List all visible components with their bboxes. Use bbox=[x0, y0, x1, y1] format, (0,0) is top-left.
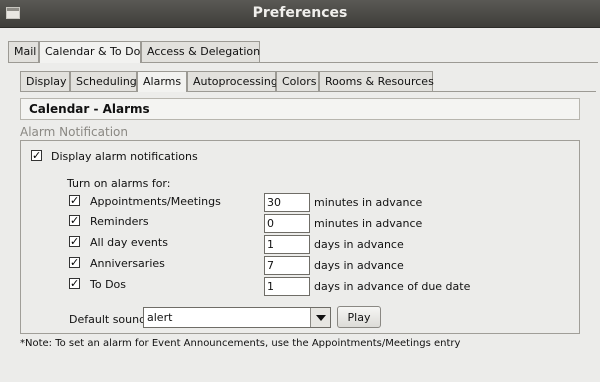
default-sound-label: Default sound bbox=[69, 313, 147, 326]
reminders-label: Reminders bbox=[90, 215, 149, 228]
todos-advance-input[interactable]: 1 bbox=[264, 277, 310, 296]
reminders-checkbox[interactable] bbox=[69, 215, 80, 226]
default-sound-select[interactable]: alert bbox=[143, 307, 331, 328]
appointments-checkbox[interactable] bbox=[69, 195, 80, 206]
display-alarms-checkbox[interactable] bbox=[31, 150, 42, 161]
tab-scheduling[interactable]: Scheduling bbox=[70, 71, 137, 91]
default-sound-value: alert bbox=[147, 311, 173, 324]
appointments-label: Appointments/Meetings bbox=[90, 195, 221, 208]
todos-label: To Dos bbox=[90, 278, 127, 291]
appointments-advance-input[interactable]: 30 bbox=[264, 193, 310, 212]
tab-display[interactable]: Display bbox=[20, 71, 70, 91]
section-title: Calendar - Alarms bbox=[20, 98, 580, 120]
anniversaries-label: Anniversaries bbox=[90, 257, 165, 270]
reminders-unit-label: minutes in advance bbox=[314, 217, 423, 230]
tab-calendar-todo[interactable]: Calendar & To Do bbox=[39, 41, 141, 63]
anniversaries-advance-input[interactable]: 7 bbox=[264, 256, 310, 275]
anniversaries-unit-label: days in advance bbox=[314, 259, 404, 272]
tab-rooms-resources[interactable]: Rooms & Resources bbox=[319, 71, 434, 91]
tab-mail[interactable]: Mail bbox=[8, 41, 39, 62]
todos-unit-label: days in advance of due date bbox=[314, 280, 471, 293]
alarm-notification-group-label: Alarm Notification bbox=[20, 125, 128, 139]
tab-access-delegation[interactable]: Access & Delegation bbox=[141, 41, 260, 62]
sub-tab-divider bbox=[20, 91, 596, 92]
title-bar: Preferences bbox=[0, 0, 600, 28]
all-day-events-unit-label: days in advance bbox=[314, 238, 404, 251]
todos-checkbox[interactable] bbox=[69, 278, 80, 289]
tab-colors[interactable]: Colors bbox=[276, 71, 319, 91]
reminders-advance-input[interactable]: 0 bbox=[264, 214, 310, 233]
all-day-events-advance-input[interactable]: 1 bbox=[264, 235, 310, 254]
window-title: Preferences bbox=[252, 5, 348, 21]
tab-alarms[interactable]: Alarms bbox=[137, 71, 187, 92]
all-day-events-label: All day events bbox=[90, 236, 168, 249]
appointments-unit-label: minutes in advance bbox=[314, 196, 423, 209]
display-alarms-label: Display alarm notifications bbox=[51, 150, 198, 163]
play-button[interactable]: Play bbox=[337, 306, 381, 328]
all-day-events-checkbox[interactable] bbox=[69, 236, 80, 247]
chevron-down-icon[interactable] bbox=[310, 308, 330, 327]
anniversaries-checkbox[interactable] bbox=[69, 257, 80, 268]
tab-autoprocessing[interactable]: Autoprocessing bbox=[187, 71, 278, 91]
turn-on-alarms-label: Turn on alarms for: bbox=[67, 177, 171, 190]
footnote: *Note: To set an alarm for Event Announc… bbox=[20, 338, 461, 349]
